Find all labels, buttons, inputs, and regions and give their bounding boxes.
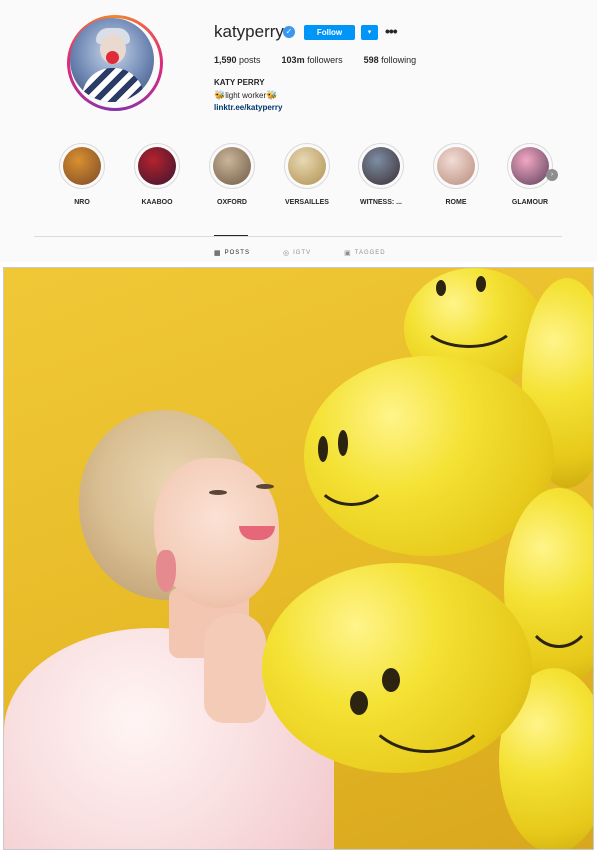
profile-stats: 1,590 posts 103m followers 598 following xyxy=(214,55,437,65)
smiley-balloon xyxy=(262,563,532,773)
highlight-ring xyxy=(59,143,105,189)
avatar-outfit xyxy=(82,68,144,102)
more-options-icon[interactable]: ••• xyxy=(385,23,398,39)
highlight-item[interactable]: VERSAILLES xyxy=(277,143,337,206)
avatar-photo xyxy=(70,18,154,102)
highlight-thumbnail xyxy=(63,147,101,185)
bio-text: light worker xyxy=(225,91,267,100)
profile-username: katyperry xyxy=(214,22,284,41)
stat-posts: 1,590 posts xyxy=(214,55,261,65)
highlight-label: GLAMOUR xyxy=(511,199,549,206)
tab-tagged[interactable]: ▣ TAGGED xyxy=(344,249,386,257)
highlight-ring xyxy=(507,143,553,189)
highlight-thumbnail xyxy=(362,147,400,185)
tabs-divider xyxy=(34,236,562,237)
balloon-smile xyxy=(524,568,593,648)
highlight-ring xyxy=(134,143,180,189)
bio-link[interactable]: linktr.ee/katyperry xyxy=(214,103,282,112)
chevron-right-icon[interactable]: › xyxy=(546,169,558,181)
igtv-icon: ◎ xyxy=(282,250,291,257)
highlight-label: OXFORD xyxy=(217,199,247,206)
stat-followers[interactable]: 103m followers xyxy=(282,55,343,65)
posts-label: posts xyxy=(236,55,261,65)
highlight-item[interactable]: ROME xyxy=(426,143,486,206)
highlight-ring xyxy=(209,143,255,189)
balloon-smile xyxy=(419,288,519,348)
highlight-thumbnail xyxy=(511,147,549,185)
suggested-dropdown-icon[interactable]: ▾ xyxy=(361,25,378,40)
tab-posts[interactable]: ▦ POSTS xyxy=(214,249,250,257)
woman-eye xyxy=(256,484,274,489)
followers-label: followers xyxy=(304,55,343,65)
profile-header: katyperry ✓ Follow ▾ ••• 1,590 posts 103… xyxy=(0,0,597,262)
highlight-thumbnail xyxy=(288,147,326,185)
active-tab-indicator xyxy=(214,235,248,236)
highlight-label: ROME xyxy=(445,199,467,206)
balloon-smile xyxy=(314,446,389,506)
highlight-label: WITNESS: ... xyxy=(360,199,402,206)
highlight-item[interactable]: KAABOO xyxy=(127,143,187,206)
profile-full-name: KATY PERRY xyxy=(214,78,265,87)
highlight-item[interactable]: WITNESS: ... xyxy=(351,143,411,206)
highlight-item[interactable]: NRO xyxy=(52,143,112,206)
highlight-item[interactable]: OXFORD xyxy=(202,143,262,206)
post-photo[interactable] xyxy=(3,267,594,850)
highlight-ring xyxy=(358,143,404,189)
posts-count: 1,590 xyxy=(214,55,237,65)
following-label: following xyxy=(378,55,417,65)
tagged-icon: ▣ xyxy=(344,250,352,257)
story-highlights: NRO KAABOO OXFORD VERSAILLES WITNESS: ..… xyxy=(52,143,572,213)
highlight-ring xyxy=(433,143,479,189)
heart-earring xyxy=(156,550,176,592)
bee-emoji-icon: 🐝 xyxy=(266,90,278,100)
bee-emoji-icon: 🐝 xyxy=(214,90,226,100)
avatar-clown-nose xyxy=(106,51,119,64)
profile-tabs: ▦ POSTS ◎ IGTV ▣ TAGGED xyxy=(214,249,419,257)
woman-eye xyxy=(209,490,227,495)
tab-label: IGTV xyxy=(293,250,312,256)
follow-button[interactable]: Follow xyxy=(304,25,355,40)
highlight-thumbnail xyxy=(213,147,251,185)
highlight-ring xyxy=(284,143,330,189)
highlight-label: VERSAILLES xyxy=(285,199,329,206)
following-count: 598 xyxy=(363,55,379,65)
highlight-label: NRO xyxy=(74,199,90,206)
balloon-smile xyxy=(362,653,492,753)
stat-following[interactable]: 598 following xyxy=(364,55,417,65)
woman-hand xyxy=(204,613,266,723)
profile-bio: 🐝light worker🐝 xyxy=(214,90,277,101)
profile-avatar[interactable] xyxy=(67,15,163,111)
grid-icon: ▦ xyxy=(214,250,222,257)
verified-badge-icon: ✓ xyxy=(283,26,295,38)
highlight-thumbnail xyxy=(437,147,475,185)
highlight-label: KAABOO xyxy=(141,199,173,206)
tab-igtv[interactable]: ◎ IGTV xyxy=(283,249,311,257)
tab-label: POSTS xyxy=(224,250,250,256)
followers-count: 103m xyxy=(281,55,305,65)
tab-label: TAGGED xyxy=(354,250,386,256)
highlight-thumbnail xyxy=(138,147,176,185)
